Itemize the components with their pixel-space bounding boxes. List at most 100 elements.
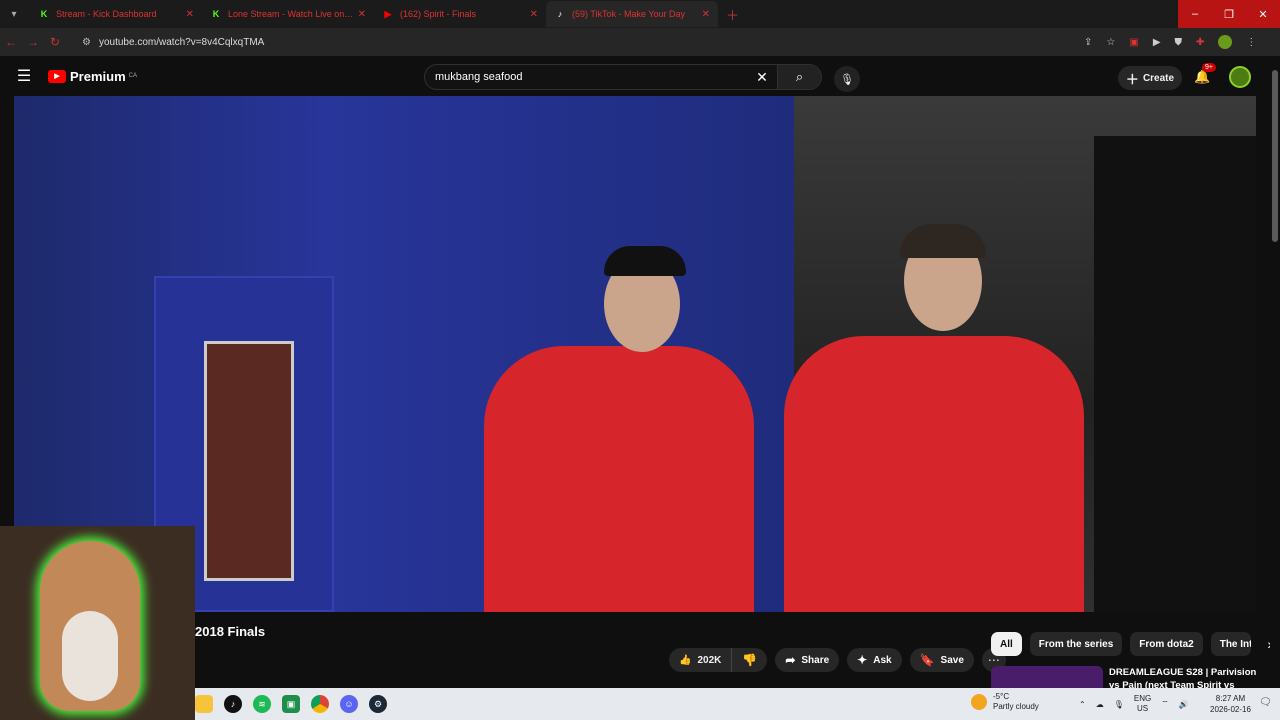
url-field[interactable]: ⚙ youtube.com/watch?v=8v4CqlxqTMA — [74, 30, 1074, 54]
recommended-video[interactable]: DREAMLEAGUE S28 | Parivision vs Pain (ne… — [991, 666, 1278, 688]
new-tab-button[interactable]: ＋ — [726, 5, 739, 24]
file-explorer-icon[interactable] — [195, 695, 213, 713]
close-tab-icon[interactable]: ✕ — [702, 9, 710, 20]
dislike-button[interactable]: 👎 — [732, 648, 767, 672]
video-person-left — [484, 346, 754, 612]
install-icon[interactable]: ⇪ — [1084, 37, 1092, 48]
minimize-button[interactable]: – — [1178, 0, 1212, 28]
notification-badge: 9+ — [1202, 63, 1216, 72]
create-button[interactable]: ＋ Create — [1118, 66, 1182, 90]
tray-chevron-icon[interactable]: ⌃ — [1079, 700, 1086, 709]
share-icon: ➦ — [785, 653, 796, 667]
tiktok-app-icon[interactable]: ♪ — [224, 695, 242, 713]
kick-icon: K — [212, 9, 220, 19]
language-indicator[interactable]: ENG US — [1134, 694, 1151, 714]
video-hair — [900, 224, 986, 258]
thumbs-down-icon: 👎 — [742, 653, 758, 667]
extension-icon[interactable]: ▣ — [1129, 37, 1138, 48]
plus-icon: ＋ — [1125, 71, 1139, 87]
tab-title: (59) TikTok - Make Your Day — [572, 9, 686, 19]
video-info: 2018 Finals 👍 202K 👎 ➦ Share ✦ Ask 🔖 Sav… — [195, 612, 1280, 688]
search-bar: ✕ ⌕ — [424, 64, 822, 90]
volume-icon[interactable]: 🔊 — [1179, 700, 1189, 709]
video-player[interactable] — [14, 96, 1256, 612]
tab-tiktok[interactable]: ♪ (59) TikTok - Make Your Day ✕ — [546, 1, 718, 27]
tab-youtube[interactable]: ▶ (162) Spirit - Finals ✕ — [374, 1, 546, 27]
thumbs-up-icon: 👍 — [679, 654, 692, 666]
close-tab-icon[interactable]: ✕ — [530, 9, 538, 20]
like-button[interactable]: 👍 202K — [669, 648, 733, 672]
chip-all[interactable]: All — [991, 632, 1022, 656]
reload-button[interactable]: ↻ — [44, 35, 66, 49]
youtube-logo[interactable]: ▶ Premium CA — [48, 69, 137, 84]
discord-icon[interactable]: ☺ — [340, 695, 358, 713]
video-actions: 👍 202K 👎 ➦ Share ✦ Ask 🔖 Save ⋯ — [669, 648, 1006, 672]
scrollbar-thumb[interactable] — [1272, 70, 1278, 242]
bookmark-icon: 🔖 — [919, 653, 935, 667]
ask-button[interactable]: ✦ Ask — [847, 648, 902, 672]
close-window-button[interactable]: ✕ — [1246, 0, 1280, 28]
chrome-icon[interactable] — [311, 695, 329, 713]
extensions-area: ⇪ ☆ ▣ ▶ ⛊ ✚ ⋮ — [1084, 35, 1256, 49]
save-button[interactable]: 🔖 Save — [909, 648, 974, 672]
voice-search-icon[interactable]: 🎙 — [834, 66, 860, 92]
play-extension-icon[interactable]: ▶ — [1153, 37, 1161, 48]
tab-kick-dashboard[interactable]: K Stream - Kick Dashboard ✕ — [30, 1, 202, 27]
tab-kick-stream[interactable]: K Lone Stream - Watch Live on Kick ✕ — [202, 1, 374, 27]
wifi-icon[interactable]: ⌔ — [1161, 699, 1169, 709]
kick-icon: K — [40, 9, 48, 19]
notifications-bell-icon[interactable]: 🔔 9+ — [1194, 63, 1216, 85]
video-frame-door-window — [204, 341, 294, 581]
recommended-thumbnail[interactable] — [991, 666, 1103, 688]
back-button[interactable]: ← — [0, 35, 22, 49]
chip-the-international[interactable]: The Inte — [1210, 632, 1251, 656]
microphone-icon[interactable]: 🎙 — [1114, 700, 1124, 709]
spotify-icon[interactable]: ≋ — [253, 695, 271, 713]
forward-button[interactable]: → — [22, 35, 44, 49]
recommended-title[interactable]: DREAMLEAGUE S28 | Parivision vs Pain (ne… — [1109, 666, 1263, 688]
video-title: 2018 Finals — [195, 624, 266, 639]
youtube-header: ☰ ▶ Premium CA ✕ ⌕ 🎙 ＋ Create 🔔 9+ — [0, 56, 1280, 96]
close-tab-icon[interactable]: ✕ — [358, 9, 366, 20]
lang-text: ENG — [1133, 694, 1152, 703]
system-tray: ⌃ ☁ 🎙 ENG US ⌔ 🔊 — [1079, 694, 1189, 714]
share-button[interactable]: ➦ Share — [775, 648, 840, 672]
clear-search-icon[interactable]: ✕ — [747, 69, 777, 86]
search-input[interactable] — [435, 71, 747, 83]
puzzle-icon[interactable]: ✚ — [1196, 37, 1204, 48]
sparkle-icon: ✦ — [857, 653, 868, 667]
search-button[interactable]: ⌕ — [777, 65, 821, 89]
create-label: Create — [1142, 72, 1175, 84]
chip-from-dota2[interactable]: From dota2 — [1130, 632, 1203, 656]
onedrive-icon[interactable]: ☁ — [1096, 700, 1104, 709]
logo-text: Premium — [70, 68, 126, 84]
partly-cloudy-icon — [971, 694, 987, 710]
taskbar-clock[interactable]: 8:27 AM 2026-02-16 — [1210, 693, 1251, 715]
app-green-icon[interactable]: ▣ — [282, 695, 300, 713]
tab-title: (162) Spirit - Finals — [400, 9, 477, 19]
country-code: CA — [128, 73, 137, 79]
account-avatar[interactable] — [1229, 66, 1251, 88]
ask-label: Ask — [873, 654, 892, 666]
page-scrollbar[interactable] — [1270, 58, 1280, 688]
tab-title: Lone Stream - Watch Live on Kick — [228, 9, 354, 19]
chip-from-the-series[interactable]: From the series — [1029, 632, 1123, 656]
shield-icon[interactable]: ⛊ — [1175, 37, 1183, 48]
notification-center-icon[interactable]: 🗨 — [1259, 697, 1272, 708]
weather-widget[interactable]: -5°C Partly cloudy — [971, 692, 1039, 712]
site-settings-icon[interactable]: ⚙ — [82, 37, 91, 48]
share-label: Share — [801, 654, 830, 666]
close-tab-icon[interactable]: ✕ — [186, 9, 194, 20]
profile-avatar[interactable] — [1218, 35, 1233, 49]
weather-desc: Partly cloudy — [993, 702, 1039, 711]
restore-button[interactable]: ❐ — [1212, 0, 1246, 28]
region-text: US — [1136, 704, 1149, 713]
hamburger-menu-icon[interactable]: ☰ — [0, 66, 48, 86]
window-controls: – ❐ ✕ — [1178, 0, 1280, 28]
kebab-menu-icon[interactable]: ⋮ — [1246, 37, 1256, 48]
browser-menu-icon[interactable]: ▾ — [2, 4, 26, 24]
video-person-right — [784, 336, 1084, 612]
steam-icon[interactable]: ⚙ — [369, 695, 387, 713]
video-cap — [604, 246, 686, 276]
bookmark-star-icon[interactable]: ☆ — [1106, 37, 1115, 48]
